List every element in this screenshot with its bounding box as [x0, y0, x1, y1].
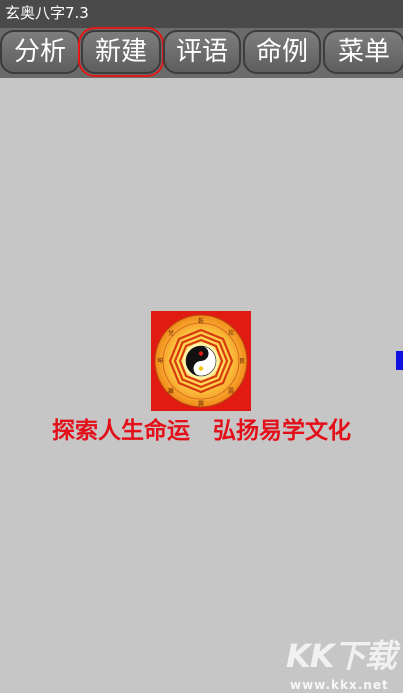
trigram-label: 震 [228, 388, 234, 395]
tab-new[interactable]: 新建 [78, 27, 164, 77]
watermark-url: www.kkx.net [290, 678, 389, 692]
bagua-taiji-icon: 乾 坎 艮 震 巽 離 坤 兌 [151, 311, 251, 411]
app-title: 玄奥八字7.3 [5, 4, 89, 22]
tab-menu[interactable]: 菜单 [323, 30, 403, 74]
trigram-label: 坎 [228, 329, 234, 337]
trigram-label: 兌 [168, 329, 174, 337]
slogan-text: 探索人生命运 弘扬易学文化 [52, 418, 351, 444]
side-scroll-indicator[interactable] [396, 351, 403, 370]
tab-cases[interactable]: 命例 [243, 30, 321, 74]
watermark: KK下载 www.kkx.net [286, 636, 397, 692]
trigram-label: 坤 [157, 357, 163, 365]
toolbar: 分析 新建 评语 命例 菜单 [0, 27, 403, 78]
trigram-label: 巽 [198, 401, 204, 408]
bagua-taiji-graphic: 乾 坎 艮 震 巽 離 坤 兌 [151, 311, 251, 411]
trigram-label: 乾 [198, 317, 204, 325]
trigram-label: 離 [168, 387, 174, 395]
watermark-logo: KK下载 [286, 637, 397, 675]
tab-comments[interactable]: 评语 [163, 30, 241, 74]
tab-analysis[interactable]: 分析 [0, 30, 80, 74]
title-bar: 玄奥八字7.3 [0, 0, 403, 28]
app-window: 玄奥八字7.3 分析 新建 评语 命例 菜单 乾 坎 艮 震 巽 離 坤 兌 探… [0, 0, 403, 693]
trigram-label: 艮 [239, 358, 245, 365]
